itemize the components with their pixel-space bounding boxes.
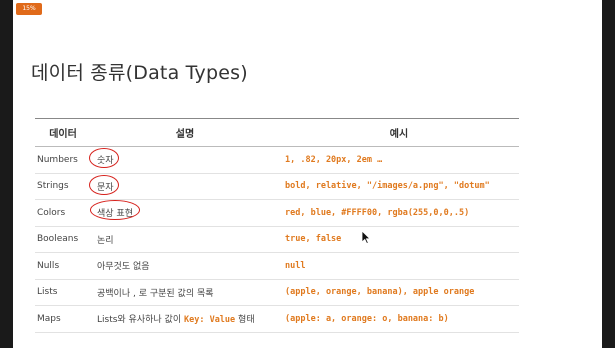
- slide: 15% 데이터 종류(Data Types) 데이터 설명 예시 Numbers…: [13, 0, 602, 348]
- row-type: Booleans: [37, 234, 79, 245]
- row-type: Maps: [37, 313, 61, 324]
- row-type: Lists: [37, 287, 58, 298]
- table-row: Lists 공백이나 , 로 구분된 값의 목록 (apple, orange,…: [35, 280, 519, 306]
- table-row: Strings 문자 bold, relative, "/images/a.pn…: [35, 174, 519, 200]
- row-desc: Lists와 유사하나 값이: [97, 315, 182, 326]
- row-type: Strings: [37, 181, 69, 192]
- table-row: Booleans 논리 true, false: [35, 227, 519, 253]
- mouse-cursor-icon: [361, 230, 371, 244]
- row-type: Nulls: [37, 260, 60, 271]
- table-row: Maps Lists와 유사하나 값이 Key: Value 형태 (apple…: [35, 306, 519, 333]
- row-desc: 숫자: [97, 156, 114, 167]
- row-type: Numbers: [37, 154, 78, 165]
- table-row: Nulls 아무것도 없음 null: [35, 253, 519, 280]
- row-example: (apple: a, orange: o, banana: b): [285, 313, 449, 324]
- table-row: Colors 색상 표현 red, blue, #FFFF00, rgba(25…: [35, 200, 519, 227]
- row-example: red, blue, #FFFF00, rgba(255,0,0,.5): [285, 207, 470, 218]
- row-example: bold, relative, "/images/a.png", "dotum": [285, 181, 490, 192]
- row-example: 1, .82, 20px, 2em …: [285, 154, 383, 165]
- table-header: 데이터 설명 예시: [35, 119, 519, 147]
- zoom-badge: 15%: [16, 3, 42, 15]
- data-types-table: 데이터 설명 예시 Numbers 숫자 1, .82, 20px, 2em ……: [35, 118, 519, 333]
- slide-title: 데이터 종류(Data Types): [31, 62, 248, 84]
- row-desc-suffix: 형태: [238, 315, 255, 326]
- row-desc: 아무것도 없음: [97, 262, 150, 273]
- row-desc: 색상 표현: [97, 209, 133, 220]
- table-row: Numbers 숫자 1, .82, 20px, 2em …: [35, 147, 519, 174]
- row-type: Colors: [37, 207, 66, 218]
- row-example: null: [285, 260, 306, 271]
- row-desc-code: Key: Value: [183, 315, 236, 326]
- header-description: 설명: [175, 129, 195, 140]
- row-example: true, false: [285, 234, 342, 245]
- header-data: 데이터: [49, 129, 77, 140]
- row-desc: 공백이나 , 로 구분된 값의 목록: [97, 288, 214, 299]
- row-example: (apple, orange, banana), apple orange: [285, 287, 475, 298]
- row-desc: 문자: [97, 182, 114, 193]
- header-example: 예시: [389, 129, 409, 140]
- row-desc: 논리: [97, 235, 114, 246]
